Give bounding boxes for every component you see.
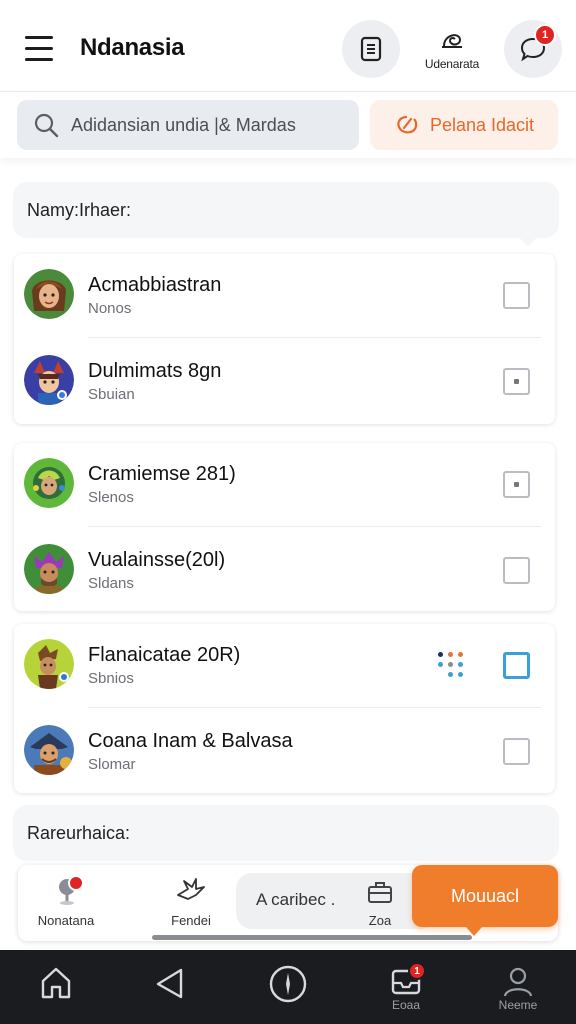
- search-row: Adidansian undia |& Mardas Pelana Idacit: [0, 92, 576, 158]
- list-item[interactable]: Cramiemse 281) Slenos: [14, 443, 555, 527]
- section-header: Rareurhaica:: [13, 805, 559, 861]
- chat-button[interactable]: 1: [504, 20, 562, 78]
- avatar: [24, 458, 74, 508]
- item-subtitle: Slomar: [88, 756, 136, 773]
- item-name: Flanaicatae 20R): [88, 644, 241, 666]
- item-name: Dulmimats 8gn: [88, 360, 222, 382]
- notification-dot: [68, 875, 84, 891]
- list-card: Flanaicatae 20R) Sbnios Coana Inam & Bal…: [14, 624, 555, 793]
- search-icon: [34, 113, 59, 138]
- nav-label: Neeme: [498, 998, 538, 1012]
- nav-inbox[interactable]: 1 Eoaa: [366, 950, 446, 1024]
- notification-badge: 1: [534, 24, 556, 46]
- app-bar: Ndanasia Udenarata 1: [0, 0, 576, 92]
- search-input[interactable]: Adidansian undia |& Mardas: [17, 100, 359, 150]
- item-checkbox[interactable]: [503, 652, 530, 679]
- list-item[interactable]: Flanaicatae 20R) Sbnios: [14, 624, 555, 708]
- nav-label: Eoaa: [391, 998, 421, 1012]
- horizontal-scrollbar[interactable]: [152, 935, 472, 940]
- document-icon: [360, 36, 382, 62]
- item-checkbox[interactable]: [503, 738, 530, 765]
- avatar: [24, 639, 74, 689]
- list-item[interactable]: Coana Inam & Balvasa Slomar: [14, 710, 555, 794]
- list-card: Acmabbiastran Nonos Dulmimats 8gn Sbuian: [14, 254, 555, 424]
- action-item-zoa[interactable]: Zoa: [356, 865, 404, 941]
- list-card: Cramiemse 281) Slenos Vualainsse(20l) Sl…: [14, 443, 555, 611]
- briefcase-icon: [368, 882, 392, 903]
- item-subtitle: Sldans: [88, 575, 134, 592]
- promo-button[interactable]: Pelana Idacit: [370, 100, 558, 150]
- search-placeholder: Adidansian undia |& Mardas: [71, 114, 296, 135]
- nav-home[interactable]: [16, 950, 96, 1024]
- item-checkbox[interactable]: [503, 557, 530, 584]
- divider: [88, 707, 541, 708]
- item-checkbox[interactable]: [503, 368, 530, 395]
- avatar: [24, 355, 74, 405]
- nav-profile[interactable]: Neeme: [478, 950, 558, 1024]
- item-checkbox[interactable]: [503, 282, 530, 309]
- item-subtitle: Nonos: [88, 300, 132, 317]
- system-nav-bar: 1 Eoaa Neeme: [0, 950, 576, 1024]
- caribec-pill[interactable]: A caribec .: [236, 873, 436, 929]
- action-label: Fendei: [171, 913, 211, 928]
- action-label: Zoa: [368, 913, 392, 928]
- item-name: Cramiemse 281): [88, 463, 236, 485]
- home-icon: [41, 967, 71, 999]
- nav-compass[interactable]: [248, 950, 328, 1024]
- item-checkbox[interactable]: [503, 471, 530, 498]
- user-label: Udenarata: [424, 57, 480, 71]
- user-icon: [442, 34, 462, 48]
- item-subtitle: Sbuian: [88, 386, 135, 403]
- action-item-fendei[interactable]: Fendei: [146, 865, 236, 941]
- tag-icon: [397, 115, 418, 134]
- action-item-nonatana[interactable]: Nonatana: [18, 865, 114, 941]
- avatar: [24, 725, 74, 775]
- section-header: Namy:Irhaer:: [13, 182, 559, 247]
- avatar: [24, 544, 74, 594]
- menu-icon[interactable]: [25, 36, 53, 62]
- action-bar: Nonatana Fendei A caribec . Zoa Mouuacl: [18, 865, 558, 941]
- notification-badge: 1: [408, 962, 426, 980]
- user-menu[interactable]: Udenarata: [412, 26, 492, 71]
- item-name: Vualainsse(20l): [88, 549, 226, 571]
- person-icon: [503, 967, 533, 997]
- divider: [88, 526, 541, 527]
- item-subtitle: Sbnios: [88, 670, 134, 687]
- bird-icon: [177, 878, 205, 900]
- list-item[interactable]: Acmabbiastran Nonos: [14, 254, 555, 338]
- item-subtitle: Slenos: [88, 489, 134, 506]
- avatar: [24, 269, 74, 319]
- list-item[interactable]: Vualainsse(20l) Sldans: [14, 529, 555, 613]
- divider: [88, 337, 541, 338]
- app-title: Ndanasia: [80, 34, 185, 61]
- color-dots-icon: [438, 650, 468, 680]
- primary-action-button[interactable]: Mouuacl: [412, 865, 558, 936]
- item-name: Acmabbiastran: [88, 274, 222, 296]
- nav-back[interactable]: [130, 950, 210, 1024]
- compass-icon: [269, 965, 307, 1003]
- notes-button[interactable]: [342, 20, 400, 78]
- item-name: Coana Inam & Balvasa: [88, 730, 293, 752]
- list-item[interactable]: Dulmimats 8gn Sbuian: [14, 340, 555, 424]
- pill-label: A caribec .: [256, 890, 336, 909]
- back-triangle-icon: [156, 968, 183, 999]
- action-label: Nonatana: [37, 913, 95, 928]
- promo-label: Pelana Idacit: [429, 114, 535, 135]
